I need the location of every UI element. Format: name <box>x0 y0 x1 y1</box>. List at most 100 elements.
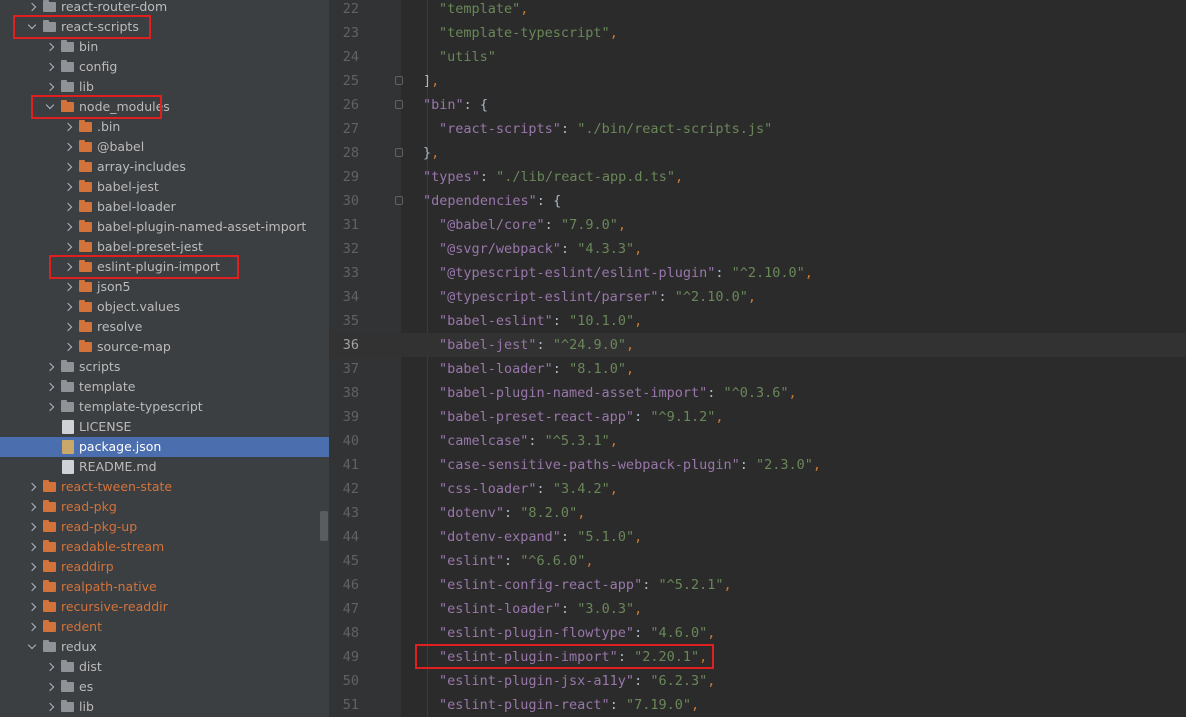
chevron-right-icon[interactable] <box>63 342 73 351</box>
chevron-down-icon[interactable] <box>27 640 37 649</box>
code-line[interactable]: 47 "eslint-loader": "3.0.3", <box>329 597 1186 621</box>
chevron-right-icon[interactable] <box>63 202 73 211</box>
code-line[interactable]: 33 "@typescript-eslint/eslint-plugin": "^… <box>329 261 1186 285</box>
code-line[interactable]: 41 "case-sensitive-paths-webpack-plugin":… <box>329 453 1186 477</box>
tree-folder-redent[interactable]: redent <box>0 617 329 637</box>
tree-folder-babel-jest[interactable]: babel-jest <box>0 177 329 197</box>
chevron-right-icon[interactable] <box>27 522 37 531</box>
tree-folder-dist[interactable]: dist <box>0 657 329 677</box>
code-line[interactable]: 44 "dotenv-expand": "5.1.0", <box>329 525 1186 549</box>
code-line[interactable]: 45 "eslint": "^6.6.0", <box>329 549 1186 573</box>
chevron-down-icon[interactable] <box>27 20 37 29</box>
tree-folder-eslint-plugin-import[interactable]: eslint-plugin-import <box>0 257 329 277</box>
tree-folder-react-scripts[interactable]: react-scripts <box>0 17 329 37</box>
code-line[interactable]: 34 "@typescript-eslint/parser": "^2.10.0"… <box>329 285 1186 309</box>
code-line[interactable]: 26 "bin": { <box>329 93 1186 117</box>
tree-folder-realpath-native[interactable]: realpath-native <box>0 577 329 597</box>
chevron-right-icon[interactable] <box>27 602 37 611</box>
chevron-right-icon[interactable] <box>27 482 37 491</box>
tree-folder-array-includes[interactable]: array-includes <box>0 157 329 177</box>
chevron-right-icon[interactable] <box>45 662 55 671</box>
code-line[interactable]: 27 "react-scripts": "./bin/react-scripts.… <box>329 117 1186 141</box>
code-line[interactable]: 35 "babel-eslint": "10.1.0", <box>329 309 1186 333</box>
chevron-right-icon[interactable] <box>63 242 73 251</box>
tree-folder-node-modules[interactable]: node_modules <box>0 97 329 117</box>
chevron-right-icon[interactable] <box>63 282 73 291</box>
chevron-right-icon[interactable] <box>63 222 73 231</box>
chevron-right-icon[interactable] <box>63 302 73 311</box>
code-line[interactable]: 24 "utils" <box>329 45 1186 69</box>
chevron-right-icon[interactable] <box>63 182 73 191</box>
chevron-right-icon[interactable] <box>45 682 55 691</box>
tree-folder-bin[interactable]: bin <box>0 37 329 57</box>
chevron-right-icon[interactable] <box>63 122 73 131</box>
chevron-right-icon[interactable] <box>45 42 55 51</box>
code-line[interactable]: 48 "eslint-plugin-flowtype": "4.6.0", <box>329 621 1186 645</box>
chevron-right-icon[interactable] <box>63 162 73 171</box>
fold-marker-icon[interactable] <box>395 100 403 109</box>
code-line[interactable]: 42 "css-loader": "3.4.2", <box>329 477 1186 501</box>
chevron-right-icon[interactable] <box>63 262 73 271</box>
tree-folder-recursive-readdir[interactable]: recursive-readdir <box>0 597 329 617</box>
code-line[interactable]: 51 "eslint-plugin-react": "7.19.0", <box>329 693 1186 717</box>
chevron-right-icon[interactable] <box>63 142 73 151</box>
tree-folder-read-pkg-up[interactable]: read-pkg-up <box>0 517 329 537</box>
tree-file-readme-md[interactable]: README.md <box>0 457 329 477</box>
chevron-right-icon[interactable] <box>45 382 55 391</box>
tree-folder-redux[interactable]: redux <box>0 637 329 657</box>
code-editor[interactable]: 22 "template", 23 "template-typescript", 24 "… <box>329 0 1186 717</box>
chevron-right-icon[interactable] <box>45 62 55 71</box>
chevron-right-icon[interactable] <box>27 562 37 571</box>
tree-folder-resolve[interactable]: resolve <box>0 317 329 337</box>
tree-file-package-json[interactable]: package.json <box>0 437 329 457</box>
tree-folder-template-typescript[interactable]: template-typescript <box>0 397 329 417</box>
chevron-right-icon[interactable] <box>45 362 55 371</box>
code-line[interactable]: 37 "babel-loader": "8.1.0", <box>329 357 1186 381</box>
tree-folder-lib[interactable]: lib <box>0 77 329 97</box>
tree-folder-source-map[interactable]: source-map <box>0 337 329 357</box>
code-line[interactable]: 25], <box>329 69 1186 93</box>
project-tree[interactable]: react-router-dom react-scripts bin config li… <box>0 0 329 717</box>
code-line[interactable]: 30 "dependencies": { <box>329 189 1186 213</box>
code-line[interactable]: 43 "dotenv": "8.2.0", <box>329 501 1186 525</box>
code-line[interactable]: 22 "template", <box>329 0 1186 21</box>
tree-folder-lib[interactable]: lib <box>0 697 329 717</box>
chevron-right-icon[interactable] <box>63 322 73 331</box>
tree-folder-read-pkg[interactable]: read-pkg <box>0 497 329 517</box>
tree-folder-es[interactable]: es <box>0 677 329 697</box>
code-line[interactable]: 39 "babel-preset-react-app": "^9.1.2", <box>329 405 1186 429</box>
chevron-right-icon[interactable] <box>27 2 37 11</box>
tree-folder-react-tween-state[interactable]: react-tween-state <box>0 477 329 497</box>
chevron-right-icon[interactable] <box>45 82 55 91</box>
chevron-right-icon[interactable] <box>45 702 55 711</box>
chevron-right-icon[interactable] <box>27 582 37 591</box>
code-line[interactable]: 23 "template-typescript", <box>329 21 1186 45</box>
code-line[interactable]: 31 "@babel/core": "7.9.0", <box>329 213 1186 237</box>
tree-folder-babel-plugin-named-asset-import[interactable]: babel-plugin-named-asset-import <box>0 217 329 237</box>
fold-marker-icon[interactable] <box>395 148 403 157</box>
code-line[interactable]: 46 "eslint-config-react-app": "^5.2.1", <box>329 573 1186 597</box>
code-line[interactable]: 29 "types": "./lib/react-app.d.ts", <box>329 165 1186 189</box>
chevron-right-icon[interactable] <box>45 402 55 411</box>
tree-folder-object-values[interactable]: object.values <box>0 297 329 317</box>
code-line[interactable]: 32 "@svgr/webpack": "4.3.3", <box>329 237 1186 261</box>
tree-folder-react-router-dom[interactable]: react-router-dom <box>0 0 329 17</box>
tree-file-license[interactable]: LICENSE <box>0 417 329 437</box>
tree-folder-json5[interactable]: json5 <box>0 277 329 297</box>
tree-folder-readable-stream[interactable]: readable-stream <box>0 537 329 557</box>
tree-folder-babel[interactable]: @babel <box>0 137 329 157</box>
tree-folder-bin[interactable]: .bin <box>0 117 329 137</box>
tree-folder-config[interactable]: config <box>0 57 329 77</box>
tree-folder-readdirp[interactable]: readdirp <box>0 557 329 577</box>
chevron-right-icon[interactable] <box>27 502 37 511</box>
code-line[interactable]: 36 "babel-jest": "^24.9.0", <box>329 333 1186 357</box>
fold-marker-icon[interactable] <box>395 196 403 205</box>
code-line[interactable]: 49 "eslint-plugin-import": "2.20.1", <box>329 645 1186 669</box>
tree-folder-template[interactable]: template <box>0 377 329 397</box>
code-line[interactable]: 50 "eslint-plugin-jsx-a11y": "6.2.3", <box>329 669 1186 693</box>
chevron-right-icon[interactable] <box>27 542 37 551</box>
tree-scrollbar-thumb[interactable] <box>320 511 328 541</box>
tree-folder-scripts[interactable]: scripts <box>0 357 329 377</box>
chevron-down-icon[interactable] <box>45 100 55 109</box>
tree-folder-babel-preset-jest[interactable]: babel-preset-jest <box>0 237 329 257</box>
